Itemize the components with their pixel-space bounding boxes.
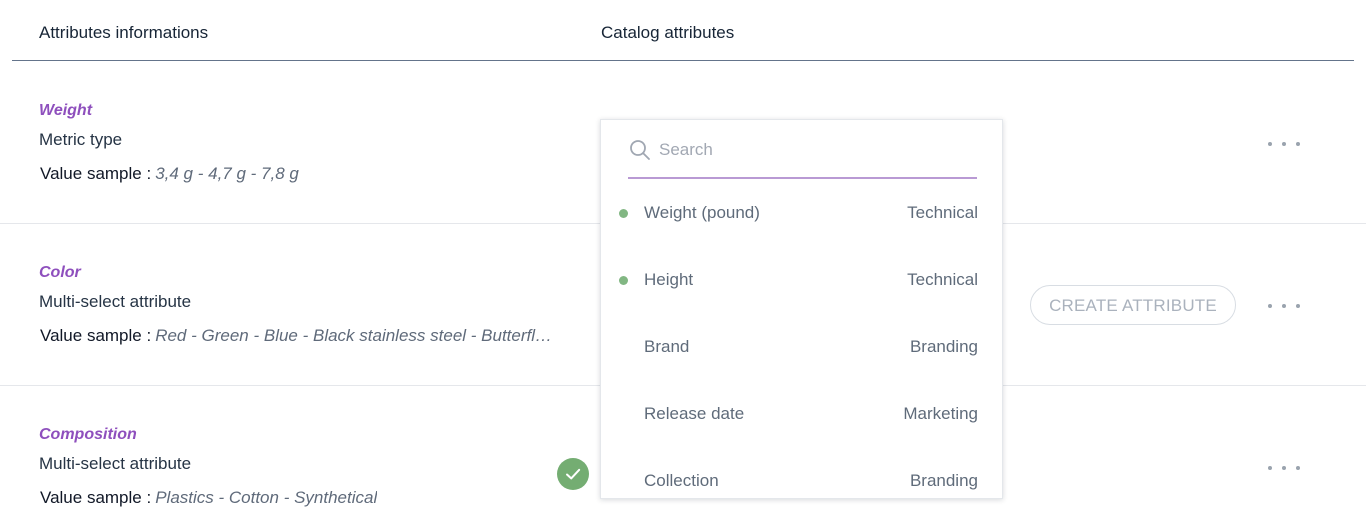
dropdown-option-weight-pound[interactable]: Weight (pound) Technical [601, 179, 1002, 246]
value-sample-values: Red - Green - Blue - Black stainless ste… [155, 326, 561, 345]
option-name: Brand [644, 337, 690, 356]
attribute-type: Multi-select attribute [39, 454, 192, 473]
more-options-button[interactable] [1268, 462, 1300, 474]
value-sample-values: 3,4 g - 4,7 g - 7,8 g [155, 164, 299, 183]
option-category: Technical [907, 270, 978, 289]
search-field [628, 138, 977, 179]
option-name: Collection [644, 471, 719, 490]
attribute-mapping-screen: Attributes informations Catalog attribut… [0, 0, 1366, 528]
dropdown-option-collection[interactable]: Collection Branding [601, 447, 1002, 498]
value-sample: Value sample :3,4 g - 4,7 g - 7,8 g [40, 163, 299, 185]
more-options-button[interactable] [1268, 300, 1300, 312]
search-input[interactable] [659, 138, 959, 162]
value-sample-label: Value sample : [40, 488, 152, 507]
attribute-type: Multi-select attribute [39, 292, 192, 311]
attribute-name: Weight [39, 102, 93, 119]
more-options-icon [1268, 466, 1272, 470]
value-sample-label: Value sample : [40, 164, 152, 183]
catalog-attributes-dropdown: Weight (pound) Technical Height Technica… [600, 119, 1003, 499]
option-category: Technical [907, 203, 978, 222]
option-category: Branding [909, 471, 978, 490]
option-name: Release date [644, 404, 745, 423]
more-options-icon-dot [1296, 304, 1300, 308]
option-category: Branding [909, 337, 978, 356]
mapped-check-icon [557, 458, 589, 490]
option-name: Height [644, 270, 694, 289]
attributes-informations-heading: Attributes informations [39, 23, 209, 42]
dropdown-option-height[interactable]: Height Technical [601, 246, 1002, 313]
check-icon [566, 468, 581, 480]
more-options-icon [1268, 304, 1272, 308]
more-options-button[interactable] [1268, 138, 1300, 150]
value-sample: Value sample : Plastics - Cotton - Synthe… [40, 487, 377, 509]
attribute-name: Composition [39, 426, 137, 443]
value-sample: Value sample : Red - Green - Blue - Black… [40, 325, 560, 347]
more-options-icon-dot [1282, 466, 1286, 470]
option-name: Weight (pound) [644, 203, 760, 222]
more-options-icon [1268, 142, 1272, 146]
more-options-icon-dot [1282, 304, 1286, 308]
mapped-status-dot [619, 209, 628, 218]
catalog-attributes-heading: Catalog attributes [601, 23, 735, 42]
dropdown-option-release-date[interactable]: Release date Marketing [601, 380, 1002, 447]
more-options-icon-dot [1296, 142, 1300, 146]
table-header: Attributes informations Catalog attribut… [12, 0, 1354, 61]
value-sample-label: Value sample : [40, 326, 152, 345]
more-options-icon-dot [1282, 142, 1286, 146]
create-attribute-button[interactable]: CREATE ATTRIBUTE [1030, 285, 1236, 325]
option-category: Marketing [903, 404, 978, 423]
mapped-status-dot [619, 276, 628, 285]
value-sample-values: Plastics - Cotton - Synthetical [155, 488, 378, 507]
dropdown-option-brand[interactable]: Brand Branding [601, 313, 1002, 380]
attribute-name: Color [39, 264, 81, 281]
search-icon [630, 140, 650, 160]
more-options-icon-dot [1296, 466, 1300, 470]
attribute-type: Metric type [39, 130, 123, 149]
